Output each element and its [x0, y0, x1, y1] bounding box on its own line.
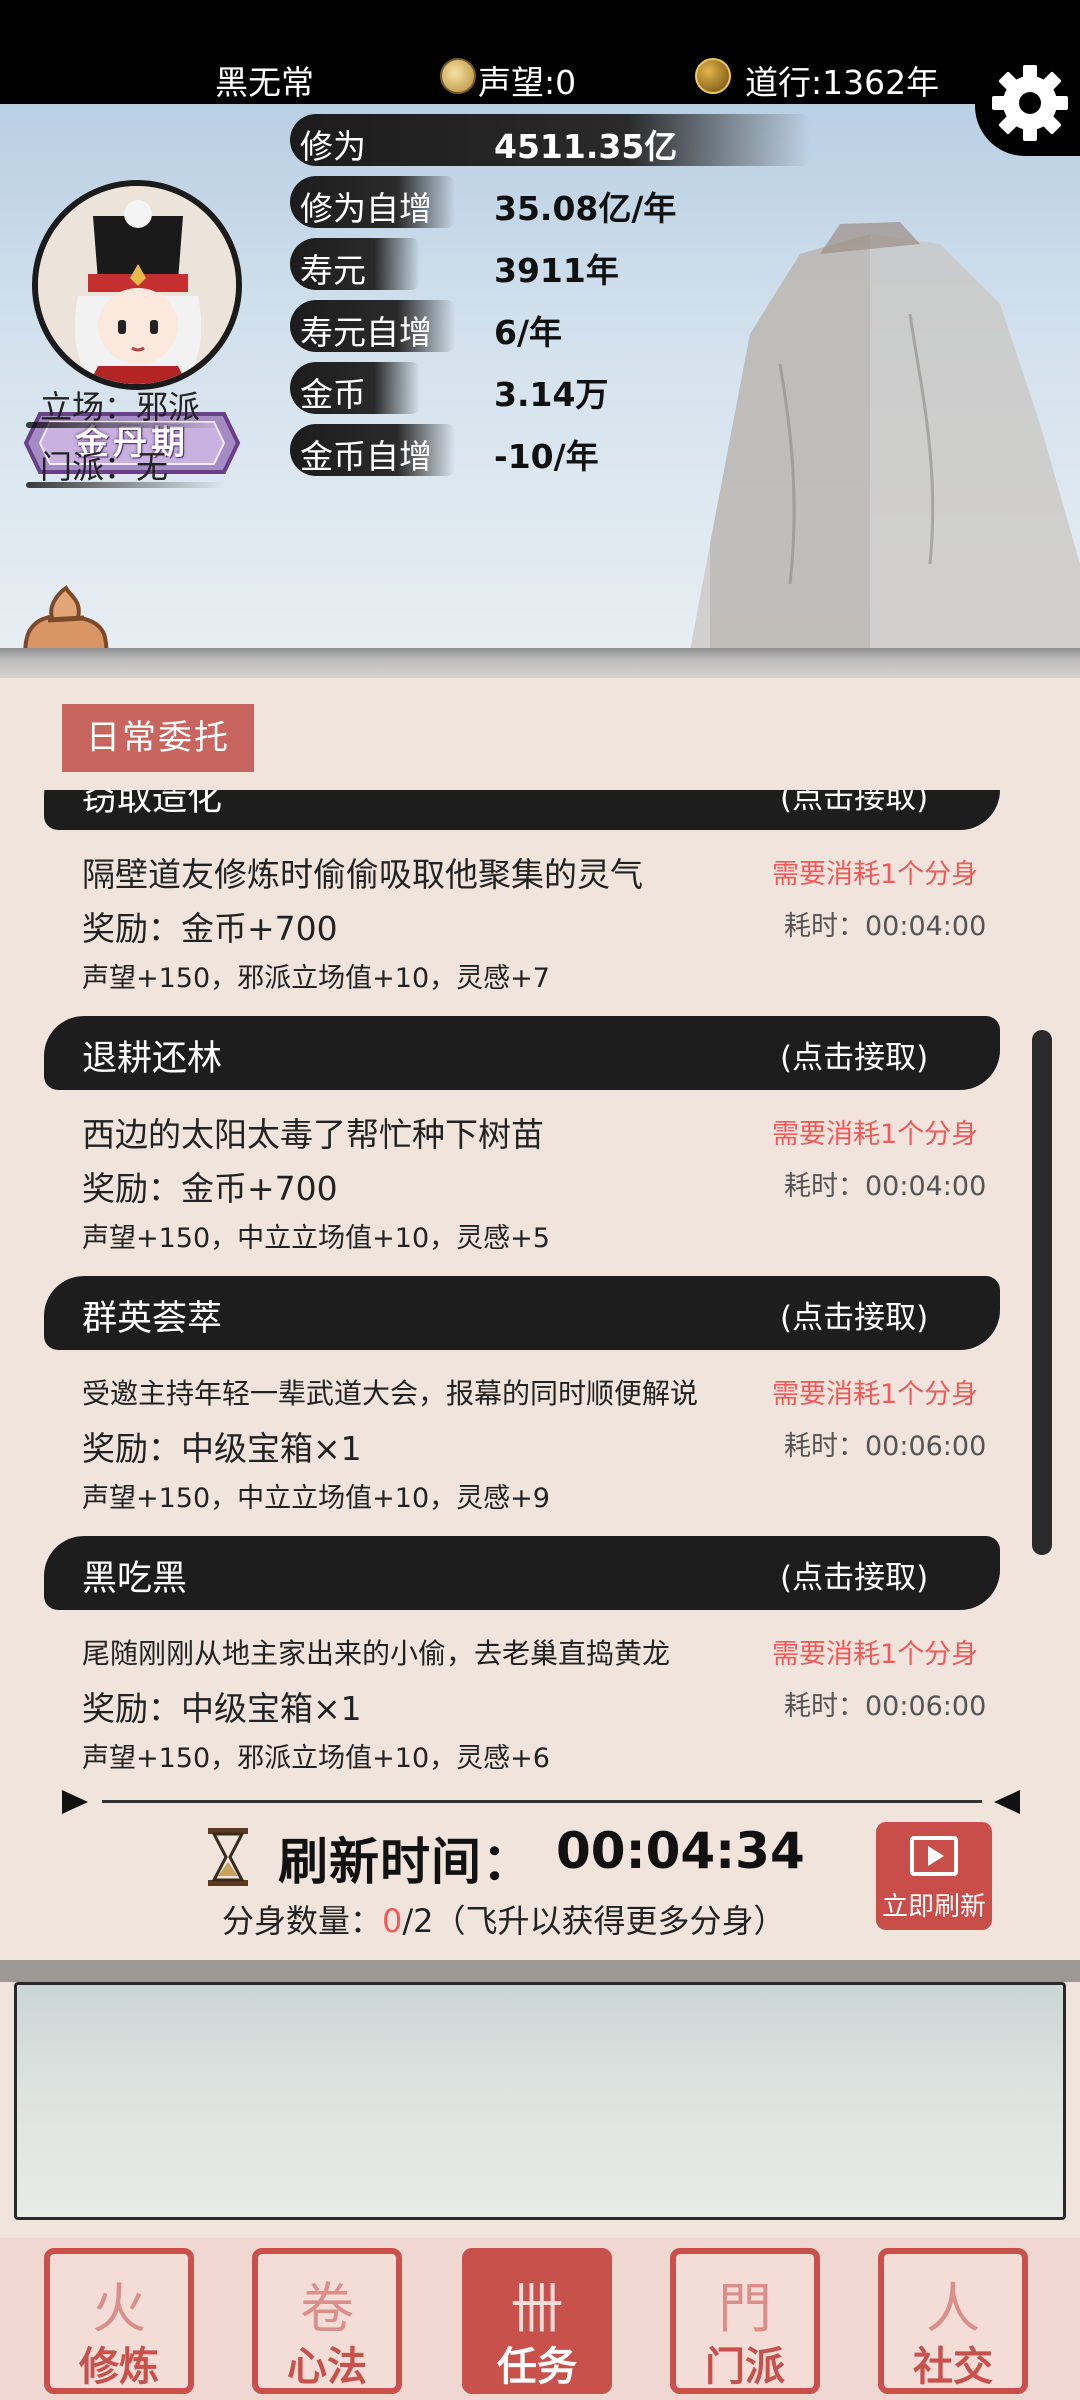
daily-tasks-tab[interactable]: 日常委托: [62, 704, 254, 772]
task-extra-rewards: 声望+150，邪派立场值+10，灵感+7: [82, 963, 550, 994]
task-description: 隔壁道友修炼时偷偷吸取他聚集的灵气: [82, 855, 643, 894]
clone-count-suffix: /2（飞升以获得更多分身）: [402, 1902, 786, 1940]
stat-value: 3911年: [494, 251, 619, 290]
tasks-icon: 卌: [510, 2277, 564, 2340]
task-cost: 需要消耗1个分身: [772, 1119, 979, 1150]
task-description: 西边的太阳太毒了帮忙种下树苗: [82, 1115, 544, 1154]
section-divider: [62, 1790, 1022, 1814]
bottom-nav: ⽕ 修炼 卷 心法 卌 任务 ⾨ 门派 ⼈ 社交: [0, 2238, 1080, 2400]
yin-yang-icon: [695, 58, 731, 94]
nav-cultivate[interactable]: ⽕ 修炼: [44, 2248, 194, 2394]
accept-button[interactable]: (点击接取): [780, 1032, 928, 1077]
clone-count-prefix: 分身数量：: [222, 1902, 383, 1940]
nav-label: 修炼: [79, 2344, 159, 2390]
sect-icon: ⾨: [718, 2277, 772, 2340]
stance-label: 立场：邪派: [40, 388, 201, 426]
task-description: 尾随刚刚从地主家出来的小偷，去老巢直捣黄龙: [82, 1637, 671, 1670]
nav-social[interactable]: ⼈ 社交: [878, 2248, 1028, 2394]
task-title: 窃取造化: [82, 790, 223, 819]
refresh-now-label: 立即刷新: [881, 1892, 986, 1922]
task-extra-rewards: 声望+150，中立立场值+10，灵感+5: [82, 1223, 550, 1254]
player-avatar[interactable]: [32, 180, 242, 390]
divider-arrow-right: [994, 1790, 1020, 1814]
nav-label: 心法: [287, 2344, 367, 2390]
nav-label: 任务: [497, 2344, 577, 2390]
task-duration: 耗时：00:06:00: [784, 1431, 987, 1462]
task-extra-rewards: 声望+150，邪派立场值+10，灵感+6: [82, 1743, 550, 1774]
task-item: 群英荟萃 (点击接取) 受邀主持年轻一辈武道大会，报幕的同时顺便解说 需要消耗1…: [40, 1276, 1020, 1526]
reputation-value: 声望:0: [478, 63, 577, 102]
stat-key: 修为自增: [300, 189, 432, 228]
task-description: 受邀主持年轻一辈武道大会，报幕的同时顺便解说: [82, 1377, 699, 1410]
stat-value: 4511.35亿: [494, 127, 678, 166]
task-item: 退耕还林 (点击接取) 西边的太阳太毒了帮忙种下树苗 需要消耗1个分身 奖励：金…: [40, 1016, 1020, 1266]
refresh-now-button[interactable]: 立即刷新: [876, 1822, 992, 1930]
player-name: 黑无常: [215, 63, 314, 102]
task-duration: 耗时：00:04:00: [784, 911, 987, 942]
task-reward: 奖励：中级宝箱×1: [82, 1689, 362, 1728]
task-reward: 奖励：金币+700: [82, 1169, 338, 1208]
nav-sect[interactable]: ⾨ 门派: [670, 2248, 820, 2394]
stat-value: 3.14万: [494, 375, 609, 414]
social-icon: ⼈: [926, 2277, 980, 2340]
stat-key: 寿元: [300, 251, 366, 290]
avatar-portrait: [38, 186, 236, 384]
accept-button[interactable]: (点击接取): [780, 1292, 928, 1337]
task-item: 窃取造化 (点击接取) 隔壁道友修炼时偷偷吸取他聚集的灵气 需要消耗1个分身 奖…: [40, 790, 1020, 1006]
divider-arrow-left: [62, 1790, 88, 1814]
task-item: 黑吃黑 (点击接取) 尾随刚刚从地主家出来的小偷，去老巢直捣黄龙 需要消耗1个分…: [40, 1536, 1020, 1780]
mountain-illustration: [690, 222, 1080, 650]
refresh-countdown: 00:04:34: [556, 1822, 805, 1880]
task-duration: 耗时：00:04:00: [784, 1171, 987, 1202]
task-extra-rewards: 声望+150，中立立场值+10，灵感+9: [82, 1483, 550, 1514]
dao-value: 道行:1362年: [745, 63, 940, 102]
settings-button[interactable]: [975, 56, 1080, 156]
stat-value: 6/年: [494, 313, 563, 352]
play-icon: [910, 1836, 958, 1876]
task-duration: 耗时：00:06:00: [784, 1691, 987, 1722]
nav-label: 门派: [705, 2344, 785, 2390]
stat-value: 35.08亿/年: [494, 189, 677, 228]
sect-label: 门派：无: [40, 448, 169, 486]
cultivate-icon: ⽕: [92, 2277, 146, 2340]
status-bar: 黑无常 声望:0 道行:1362年: [0, 0, 1080, 104]
stat-key: 金币自增: [300, 437, 432, 476]
clone-count-used: 0: [382, 1902, 403, 1940]
nav-label: 社交: [913, 2344, 993, 2390]
task-title: 群英荟萃: [82, 1299, 223, 1339]
scenery-ground: [0, 648, 1080, 678]
stat-key: 修为: [300, 127, 366, 166]
stat-key: 金币: [300, 375, 366, 414]
task-cost: 需要消耗1个分身: [772, 859, 979, 890]
task-cost: 需要消耗1个分身: [772, 1639, 979, 1670]
bag-icon[interactable]: [8, 574, 118, 650]
task-reward: 奖励：金币+700: [82, 909, 338, 948]
sect-info: 门派：无: [26, 442, 226, 488]
nav-tasks[interactable]: 卌 任务: [462, 2248, 612, 2394]
refresh-label: 刷新时间：: [278, 1833, 533, 1891]
coin-icon: [440, 58, 476, 94]
task-title: 退耕还林: [82, 1039, 223, 1079]
task-list[interactable]: 窃取造化 (点击接取) 隔壁道友修炼时偷偷吸取他聚集的灵气 需要消耗1个分身 奖…: [40, 790, 1020, 1780]
sect-underline: [26, 482, 226, 488]
scroll-icon: 卷: [300, 2277, 354, 2340]
task-list-scrollbar[interactable]: [1032, 1030, 1052, 1555]
stat-value: -10/年: [494, 437, 599, 476]
nav-techniques[interactable]: 卷 心法: [252, 2248, 402, 2394]
stance-underline: [26, 422, 226, 428]
gear-icon: [992, 65, 1068, 141]
clone-count: 分身数量：0/2（飞升以获得更多分身）: [222, 1896, 786, 1942]
stat-key: 寿元自增: [300, 313, 432, 352]
message-log[interactable]: [14, 1982, 1066, 2220]
header-scenery: 金丹期 立场：邪派 门派：无 修为 4511.35亿 修为自增 35.08亿/年…: [0, 104, 1080, 650]
task-title: 黑吃黑: [82, 1559, 188, 1599]
log-ground: [0, 1960, 1080, 1982]
task-reward: 奖励：中级宝箱×1: [82, 1429, 362, 1468]
accept-button[interactable]: (点击接取): [780, 1552, 928, 1597]
accept-button[interactable]: (点击接取): [780, 790, 928, 817]
hourglass-icon: [208, 1828, 248, 1886]
divider-line: [102, 1800, 982, 1803]
task-cost: 需要消耗1个分身: [772, 1379, 979, 1410]
stance-info: 立场：邪派: [26, 382, 226, 428]
